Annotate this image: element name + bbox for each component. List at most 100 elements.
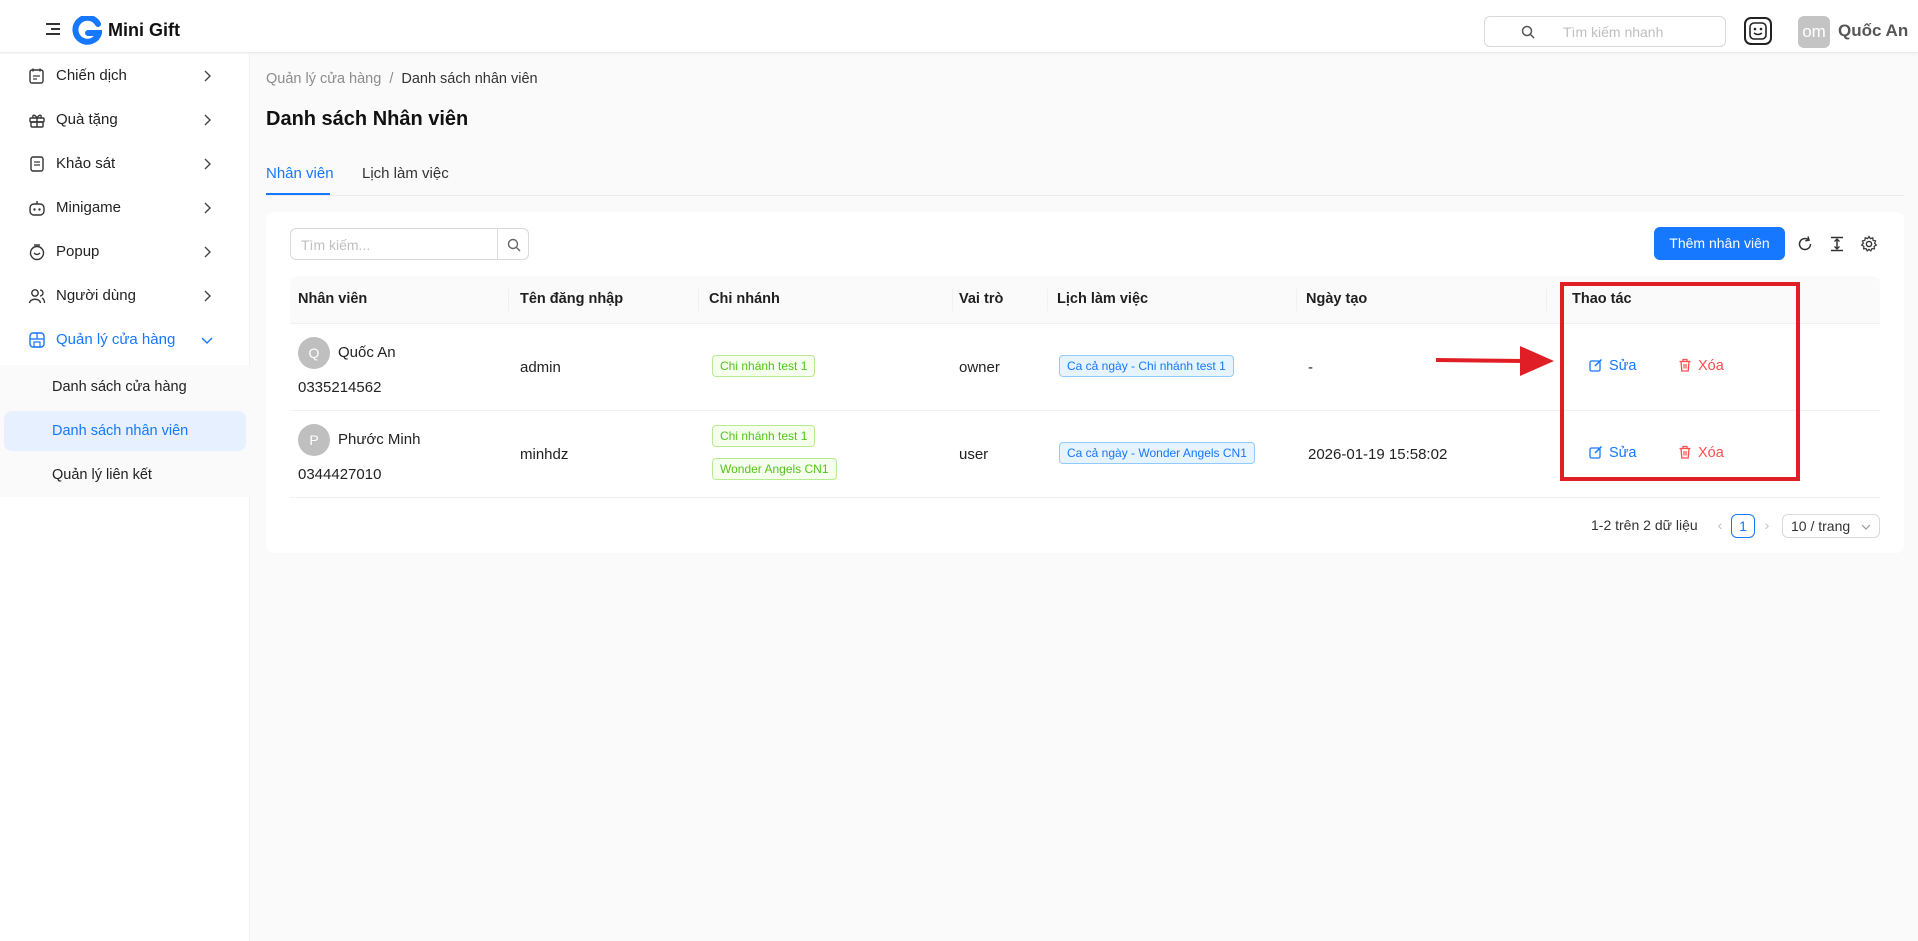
edit-icon [1589, 445, 1603, 459]
chevron-right-icon [204, 114, 211, 126]
employee-avatar: Q [298, 337, 330, 369]
column-header-created: Ngày tạo [1306, 291, 1368, 307]
employee-username: minhdz [520, 446, 569, 463]
column-divider [698, 289, 699, 311]
column-header-employee: Nhân viên [298, 291, 368, 307]
reload-icon[interactable] [1796, 235, 1814, 253]
breadcrumb-current: Danh sách nhân viên [401, 71, 538, 87]
submenu-employee-list[interactable]: Danh sách nhân viên [4, 411, 246, 451]
sidebar-item-minigame[interactable]: Minigame [4, 188, 246, 228]
top-header: Mini Gift om Quốc An [0, 0, 1918, 53]
delete-button[interactable]: Xóa [1678, 358, 1724, 374]
sidebar-item-users[interactable]: Người dùng [4, 276, 246, 316]
edit-button[interactable]: Sửa [1589, 445, 1636, 461]
table-search[interactable] [290, 228, 498, 260]
column-divider [1296, 289, 1297, 311]
branch-tag: Wonder Angels CN1 [712, 458, 837, 480]
store-icon [29, 332, 45, 348]
column-divider [508, 289, 509, 311]
page-number-button[interactable]: 1 [1731, 514, 1755, 538]
table-search-button[interactable] [497, 228, 529, 260]
chevron-right-icon [204, 70, 211, 82]
tab-bar: Nhân viên Lịch làm việc [266, 153, 1904, 196]
quick-search[interactable] [1484, 16, 1726, 47]
sidebar-item-label: Quản lý cửa hàng [56, 331, 176, 348]
trash-icon [1679, 445, 1691, 459]
sidebar-item-campaigns[interactable]: Chiến dịch [4, 56, 246, 96]
delete-label: Xóa [1698, 358, 1724, 374]
brand-logo [72, 16, 102, 45]
sidebar-item-label: Minigame [56, 199, 122, 216]
settings-gear-icon[interactable] [1860, 235, 1878, 253]
column-divider [1546, 289, 1547, 311]
submenu-link-management[interactable]: Quản lý liên kết [4, 455, 246, 495]
calendar-edit-icon [29, 68, 44, 84]
users-icon [28, 289, 46, 304]
search-icon [507, 238, 521, 252]
sidebar-item-label: Chiến dịch [56, 67, 127, 84]
sidebar-item-label: Quà tặng [56, 111, 118, 128]
breadcrumb-separator: / [389, 71, 394, 87]
schedule-tag: Ca cả ngày - Wonder Angels CN1 [1059, 442, 1255, 464]
pagination-summary: 1-2 trên 2 dữ liệu [1591, 517, 1698, 533]
user-name[interactable]: Quốc An [1838, 21, 1908, 41]
schedule-tag: Ca cả ngày - Chi nhánh test 1 [1059, 355, 1234, 377]
employee-username: admin [520, 359, 561, 376]
page-title: Danh sách Nhân viên [266, 108, 469, 130]
tab-employees[interactable]: Nhân viên [266, 165, 334, 182]
column-header-role: Vai trò [959, 291, 1004, 307]
sidebar-item-gifts[interactable]: Quà tặng [4, 100, 246, 140]
delete-button[interactable]: Xóa [1678, 445, 1724, 461]
employee-name: Quốc An [338, 344, 396, 361]
employee-table-card: Thêm nhân viên Nhân viên Tên đăng nhập C… [266, 212, 1904, 553]
store-submenu: Danh sách cửa hàng Danh sách nhân viên Q… [0, 365, 250, 497]
employee-name: Phước Minh [338, 431, 421, 448]
column-divider [1047, 289, 1048, 311]
employee-created-date: - [1308, 359, 1313, 376]
employee-role: user [959, 446, 989, 463]
breadcrumb: Quản lý cửa hàng / Danh sách nhân viên [266, 71, 538, 87]
column-divider [952, 289, 953, 311]
submenu-store-list[interactable]: Danh sách cửa hàng [4, 367, 246, 407]
table-search-input[interactable] [301, 235, 481, 255]
chevron-right-icon [204, 246, 211, 258]
column-header-schedule: Lịch làm việc [1057, 291, 1149, 307]
sidebar-item-store-management[interactable]: Quản lý cửa hàng [4, 320, 246, 360]
prev-page-icon[interactable]: ‹ [1713, 517, 1727, 535]
edit-button[interactable]: Sửa [1589, 358, 1636, 374]
menu-toggle-icon[interactable] [46, 23, 60, 35]
sidebar-item-label: Khảo sát [56, 155, 116, 172]
page-size-value: 10 / trang [1791, 518, 1851, 534]
page-size-select[interactable]: 10 / trang [1782, 514, 1880, 538]
edit-label: Sửa [1609, 358, 1637, 374]
breadcrumb-parent[interactable]: Quản lý cửa hàng [266, 71, 381, 87]
sidebar-item-popup[interactable]: Popup [4, 232, 246, 272]
add-employee-button[interactable]: Thêm nhân viên [1654, 227, 1785, 260]
edit-icon [1589, 358, 1603, 372]
branch-tag: Chi nhánh test 1 [712, 425, 816, 447]
trash-icon [1679, 358, 1691, 372]
column-header-branch: Chi nhánh [709, 291, 780, 307]
chevron-right-icon [204, 290, 211, 302]
chevron-right-icon [204, 158, 211, 170]
smile-face-icon[interactable] [1743, 16, 1773, 46]
gift-icon [29, 114, 45, 128]
quick-search-input[interactable] [1563, 22, 1713, 42]
delete-label: Xóa [1698, 445, 1724, 461]
next-page-icon[interactable]: › [1760, 517, 1774, 535]
employee-avatar: P [298, 424, 330, 456]
employee-created-date: 2026-01-19 15:58:02 [1308, 446, 1448, 463]
popup-icon [29, 244, 45, 261]
tab-work-schedule[interactable]: Lịch làm việc [362, 165, 449, 182]
column-header-username: Tên đăng nhập [520, 291, 624, 307]
column-height-icon[interactable] [1828, 235, 1846, 253]
submenu-label: Danh sách cửa hàng [52, 379, 187, 395]
brand-name: Mini Gift [108, 20, 180, 40]
chevron-down-icon [1861, 524, 1871, 530]
survey-icon [30, 156, 44, 172]
robot-icon [29, 201, 45, 216]
table-header: Nhân viên Tên đăng nhập Chi nhánh Vai tr… [290, 276, 1880, 324]
user-avatar[interactable]: om [1798, 16, 1830, 48]
sidebar-item-surveys[interactable]: Khảo sát [4, 144, 246, 184]
employee-phone: 0335214562 [298, 379, 382, 396]
